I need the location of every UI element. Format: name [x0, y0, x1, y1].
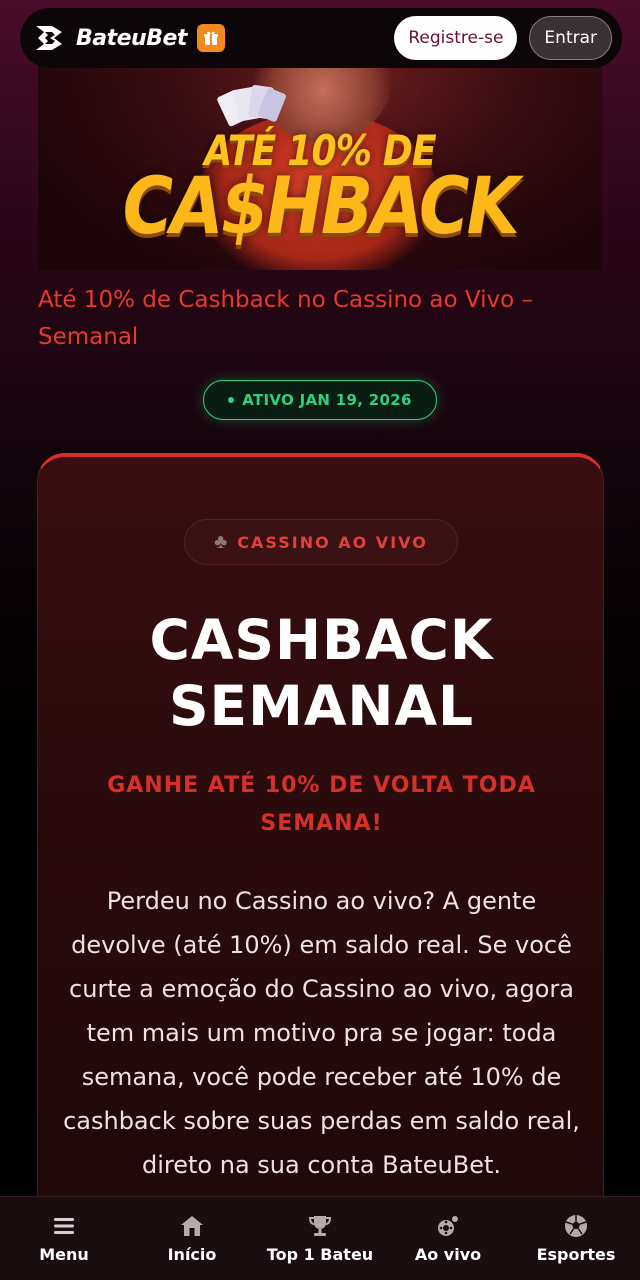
playing-cards-icon	[217, 85, 286, 127]
promo-title[interactable]: Até 10% de Cashback no Cassino ao Vivo –…	[38, 282, 604, 356]
nav-item-live[interactable]: Ao vivo	[384, 1197, 512, 1280]
bottom-nav: Menu Início Top 1 Bateu Ao vivo Esportes	[0, 1196, 640, 1280]
trophy-icon	[308, 1216, 332, 1236]
card-heading: CASHBACK SEMANAL	[149, 608, 494, 738]
nav-label-live: Ao vivo	[414, 1245, 482, 1264]
nav-item-sports[interactable]: Esportes	[512, 1197, 640, 1280]
club-suit-icon: ♣	[214, 530, 228, 553]
home-icon	[181, 1216, 203, 1236]
brand-name: BateuBet	[76, 25, 187, 51]
nav-label-home: Início	[167, 1245, 217, 1264]
nav-item-home[interactable]: Início	[128, 1197, 256, 1280]
status-badge: ATIVO JAN 19, 2026	[203, 380, 437, 420]
gift-button[interactable]	[196, 24, 225, 52]
status-text: ATIVO JAN 19, 2026	[242, 391, 412, 409]
login-button[interactable]: Entrar	[529, 16, 612, 60]
brand-logo[interactable]: BateuBet	[32, 20, 187, 56]
soccer-ball-icon	[565, 1215, 587, 1237]
promo-card: ♣ CASSINO AO VIVO CASHBACK SEMANAL GANHE…	[37, 453, 604, 1280]
card-body-text: Perdeu no Cassino ao vivo? A gente devol…	[63, 887, 580, 1179]
page: BateuBet Registre-se Entrar ATÉ 10% DE C…	[0, 0, 640, 1280]
roulette-icon	[438, 1216, 458, 1236]
gift-icon	[203, 31, 218, 45]
nav-item-menu[interactable]: Menu	[0, 1197, 128, 1280]
top-header: BateuBet Registre-se Entrar	[20, 8, 622, 68]
nav-label-sports: Esportes	[536, 1245, 616, 1264]
register-button[interactable]: Registre-se	[394, 16, 518, 60]
nav-label-top1: Top 1 Bateu	[266, 1245, 374, 1264]
category-chip: ♣ CASSINO AO VIVO	[184, 519, 458, 565]
card-subheading: GANHE ATÉ 10% DE VOLTA TODA SEMANA!	[107, 773, 536, 836]
nav-label-menu: Menu	[39, 1245, 89, 1264]
menu-icon	[54, 1218, 74, 1234]
banner-cashback-text: CA$HBACK	[122, 162, 520, 252]
status-dot-icon	[228, 397, 235, 403]
category-label: CASSINO AO VIVO	[237, 532, 428, 552]
brand-logo-icon	[36, 26, 62, 50]
promo-banner[interactable]: ATÉ 10% DE CA$HBACK	[38, 52, 602, 270]
nav-item-top1[interactable]: Top 1 Bateu	[256, 1197, 384, 1280]
